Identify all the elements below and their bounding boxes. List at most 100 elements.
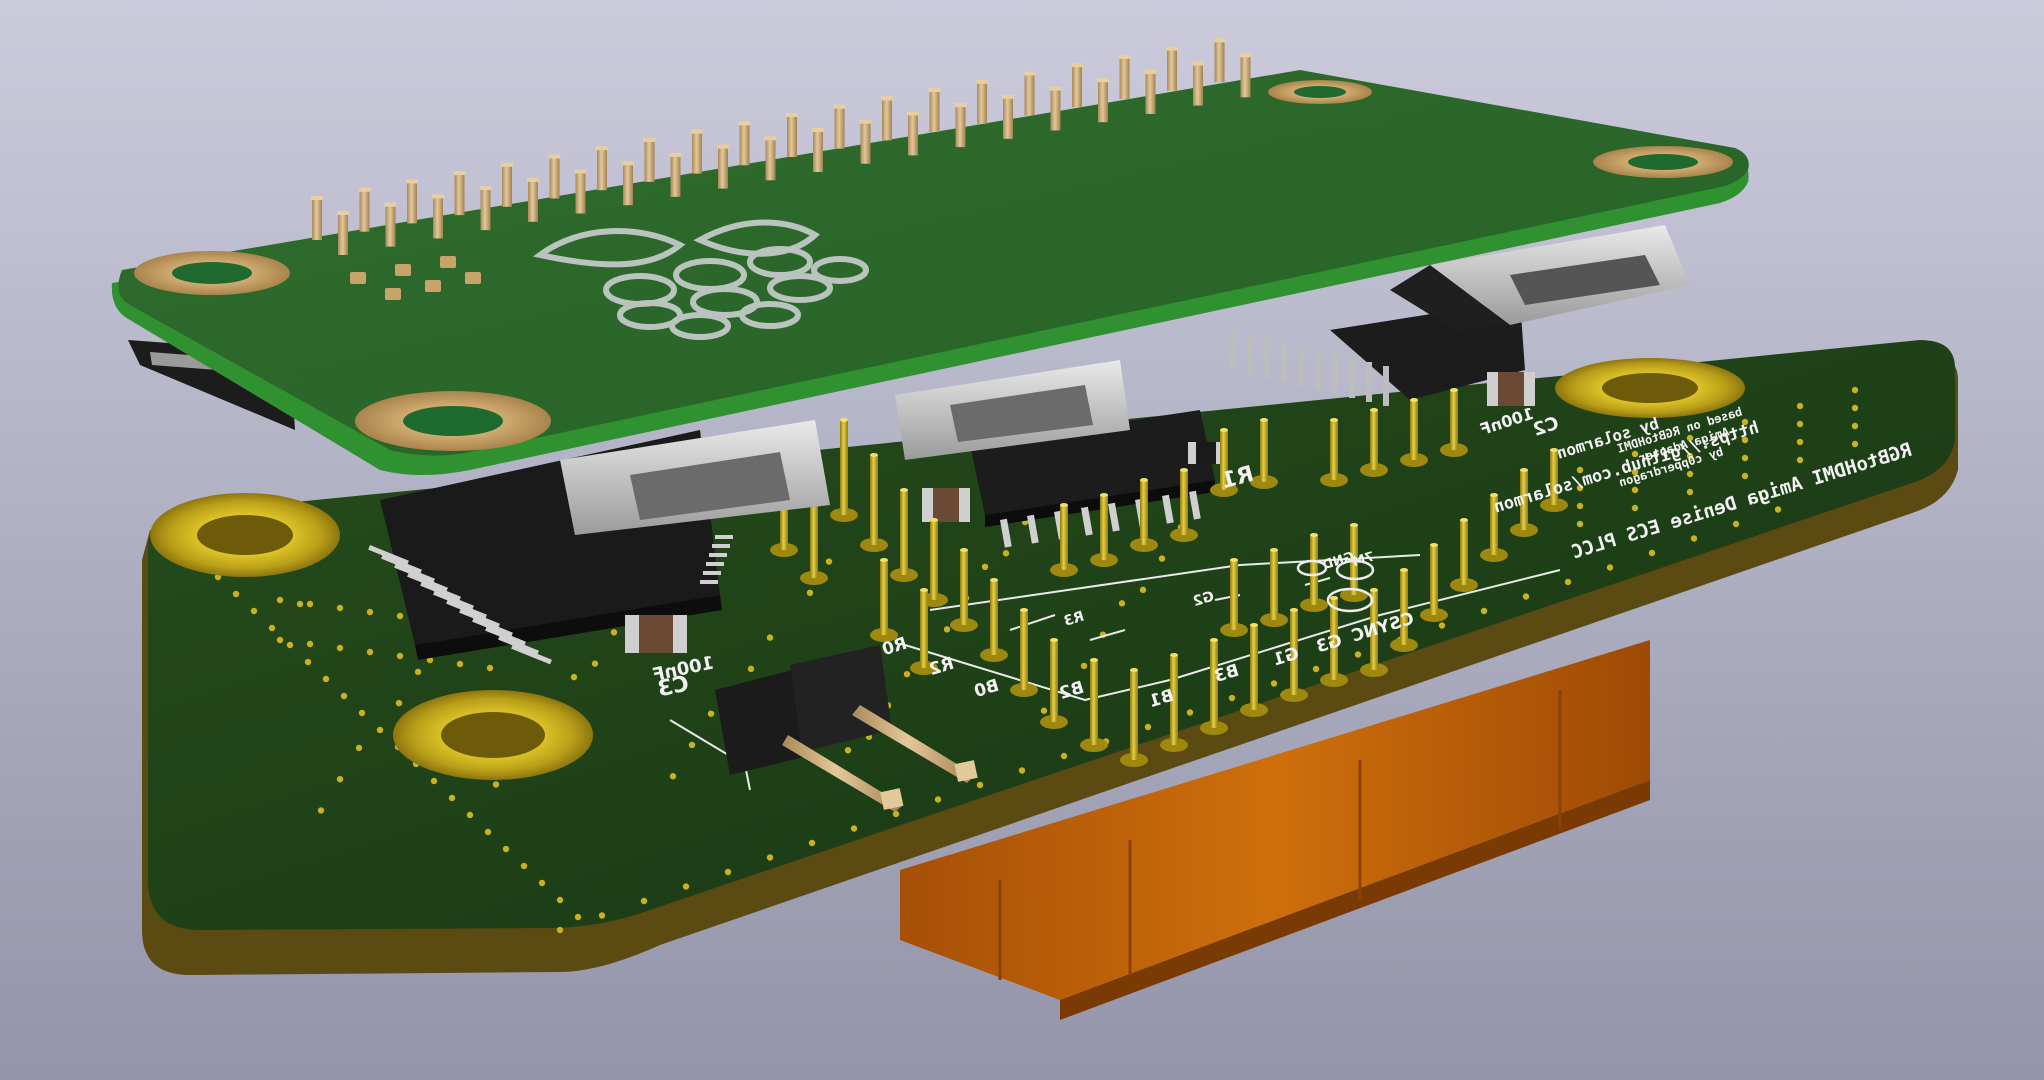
gpio-pin — [1214, 40, 1225, 83]
via — [844, 747, 852, 754]
pin-tip — [1330, 596, 1338, 600]
gpio-pin — [718, 146, 728, 189]
gpio-pin — [1098, 80, 1108, 123]
chip-pin — [1281, 342, 1287, 382]
gpio-pin-tip — [1071, 63, 1083, 68]
via — [1851, 422, 1859, 430]
mounting-hole-upper-right — [1593, 146, 1733, 178]
via — [1118, 600, 1126, 607]
gpio-pin-tip — [432, 194, 444, 199]
via — [1144, 723, 1152, 731]
via — [322, 675, 330, 683]
gpio-pin — [359, 189, 370, 232]
pin-tip — [1140, 478, 1148, 482]
gpio-pin-tip — [548, 154, 561, 159]
gpio-pin-tip — [812, 128, 824, 132]
gpio-pin — [834, 106, 845, 149]
gpio-pin — [480, 188, 491, 231]
gold-pin — [810, 500, 818, 578]
gpio-pin-tip — [954, 103, 967, 108]
chip-pin — [715, 535, 733, 539]
gold-pin — [840, 420, 848, 515]
via — [1228, 694, 1236, 702]
gpio-pin-tip — [501, 162, 513, 167]
via — [570, 673, 578, 681]
chip-pin — [1264, 338, 1270, 378]
via — [556, 896, 564, 904]
gold-pin — [930, 520, 938, 600]
chip-pin — [706, 562, 724, 566]
gpio-pin — [433, 196, 443, 239]
via — [336, 776, 344, 783]
via — [317, 807, 325, 814]
gpio-pin-tip — [337, 211, 349, 215]
gpio-pin-tip — [717, 144, 729, 149]
gold-pin — [1130, 670, 1138, 760]
gpio-pin — [385, 204, 396, 247]
via — [808, 839, 816, 847]
gold-pin — [870, 455, 878, 545]
via — [591, 660, 599, 667]
via — [892, 810, 900, 818]
gpio-pin-tip — [881, 96, 893, 101]
chip-pin — [1247, 334, 1253, 374]
via — [396, 612, 404, 620]
pin-tip — [1520, 468, 1528, 472]
via — [1796, 456, 1804, 464]
gold-pin — [1330, 420, 1338, 480]
via — [1796, 438, 1804, 446]
gold-pin — [1210, 640, 1218, 728]
via — [376, 726, 384, 734]
pin-tip — [1270, 548, 1278, 552]
capacitor-c1 — [922, 488, 970, 522]
gpio-pin — [787, 115, 797, 157]
pin-tip — [1060, 503, 1068, 507]
via — [1741, 454, 1749, 462]
via — [1690, 535, 1698, 542]
capacitor-c3 — [625, 615, 687, 653]
via — [1139, 586, 1147, 594]
gpio-pin-tip — [1192, 61, 1204, 66]
gpio-pin — [882, 98, 892, 141]
gold-pin — [1020, 610, 1028, 690]
via — [934, 796, 942, 803]
via — [1774, 506, 1782, 513]
via — [1851, 404, 1859, 412]
gpio-pin — [1024, 73, 1035, 116]
via — [640, 897, 648, 905]
pin-tip — [1350, 523, 1358, 527]
via — [1576, 502, 1584, 510]
resistor-r1 — [1188, 442, 1224, 464]
via — [1522, 593, 1530, 600]
gpio-pin — [977, 81, 987, 124]
pin-tip — [1230, 558, 1238, 562]
via — [430, 777, 438, 785]
gpio-pin — [407, 181, 417, 224]
gold-pin — [1100, 495, 1108, 560]
via — [1686, 470, 1694, 478]
gpio-pin — [1145, 71, 1156, 114]
via — [1686, 488, 1694, 496]
gpio-pin — [813, 130, 823, 172]
pin-tip — [1250, 623, 1258, 627]
via — [484, 828, 492, 836]
gpio-pin — [860, 121, 871, 164]
capacitor-c2 — [1487, 372, 1535, 406]
gpio-pin-tip — [738, 121, 751, 126]
via — [366, 608, 374, 616]
via — [1732, 520, 1740, 528]
via — [1270, 680, 1278, 687]
chip-pin — [712, 544, 730, 548]
via — [1158, 555, 1166, 562]
gpio-pin — [1193, 63, 1203, 106]
via — [268, 624, 276, 632]
via — [520, 862, 528, 870]
3d-pcb-viewport[interactable]: RGBtoHDMI Amiga Denise ECS PLCC https://… — [0, 0, 2044, 1080]
gpio-pin — [502, 164, 512, 207]
via — [943, 626, 951, 633]
gpio-pin — [644, 139, 655, 182]
pin-tip — [1180, 468, 1188, 472]
gpio-pin — [1119, 56, 1130, 99]
gold-pin — [1370, 410, 1378, 470]
mounting-hole-lower-left-top — [150, 493, 340, 577]
